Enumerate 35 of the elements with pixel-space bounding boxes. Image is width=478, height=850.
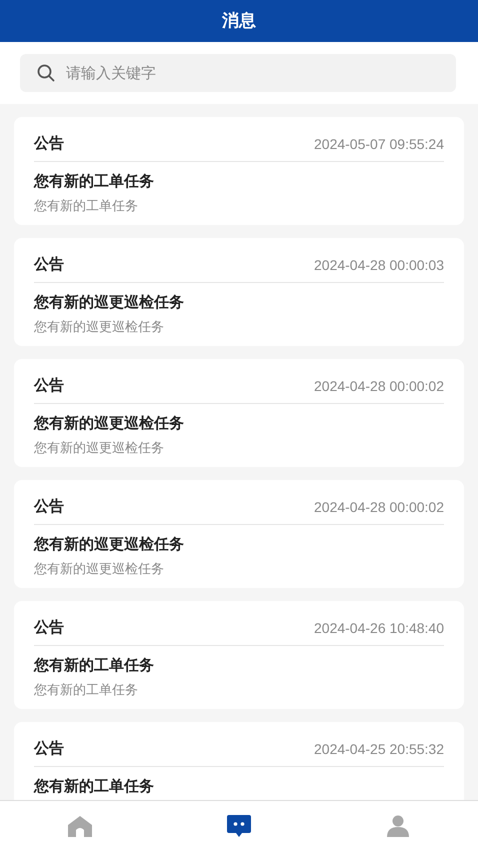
message-subtitle: 您有新的工单任务 — [34, 196, 139, 214]
message-card[interactable]: 公告 2024-04-28 00:00:03 您有新的巡更巡检任务 您有新的巡更巡检任务 — [14, 238, 464, 346]
message-title: 您有新的巡更巡检任务 — [34, 293, 185, 313]
message-title: 您有新的巡更巡检任务 — [34, 535, 185, 555]
message-subtitle: 您有新的工单任务 — [34, 680, 139, 698]
message-category: 公告 — [34, 497, 64, 518]
chat-icon — [226, 814, 252, 838]
message-title: 您有新的工单任务 — [34, 172, 155, 192]
message-subtitle: 您有新的巡更巡检任务 — [34, 560, 165, 578]
message-category: 公告 — [34, 618, 64, 638]
search-field[interactable]: 请输入关键字 — [20, 54, 456, 92]
message-category: 公告 — [34, 376, 64, 396]
message-card[interactable]: 公告 2024-04-26 10:48:40 您有新的工单任务 您有新的工单任务 — [14, 601, 464, 709]
home-icon — [66, 814, 93, 836]
message-card[interactable]: 公告 2024-04-28 00:00:02 您有新的巡更巡检任务 您有新的巡更巡检任务 — [14, 359, 464, 467]
message-title: 您有新的工单任务 — [34, 656, 155, 676]
message-title: 您有新的工单任务 — [34, 777, 155, 797]
message-category: 公告 — [34, 739, 64, 760]
user-icon — [386, 814, 410, 838]
message-time: 2024-04-28 00:00:02 — [314, 498, 444, 517]
message-time: 2024-04-28 00:00:03 — [314, 256, 444, 275]
message-time: 2024-04-28 00:00:02 — [314, 377, 444, 396]
page-title: 消息 — [222, 10, 256, 32]
message-subtitle: 您有新的巡更巡检任务 — [34, 438, 165, 456]
message-category: 公告 — [34, 255, 64, 276]
message-card[interactable]: 公告 2024-04-28 00:00:02 您有新的巡更巡检任务 您有新的巡更巡检任务 — [14, 480, 464, 588]
message-card[interactable]: 公告 2024-05-07 09:55:24 您有新的工单任务 您有新的工单任务 — [14, 117, 464, 225]
message-card[interactable]: 公告 2024-04-25 20:55:32 您有新的工单任务 — [14, 722, 464, 800]
message-time: 2024-04-25 20:55:32 — [314, 740, 444, 759]
search-icon — [37, 64, 55, 82]
message-title: 您有新的巡更巡检任务 — [34, 414, 185, 434]
message-category: 公告 — [34, 134, 64, 154]
message-time: 2024-04-26 10:48:40 — [314, 619, 444, 638]
message-time: 2024-05-07 09:55:24 — [314, 135, 444, 154]
message-subtitle: 您有新的巡更巡检任务 — [34, 318, 165, 336]
